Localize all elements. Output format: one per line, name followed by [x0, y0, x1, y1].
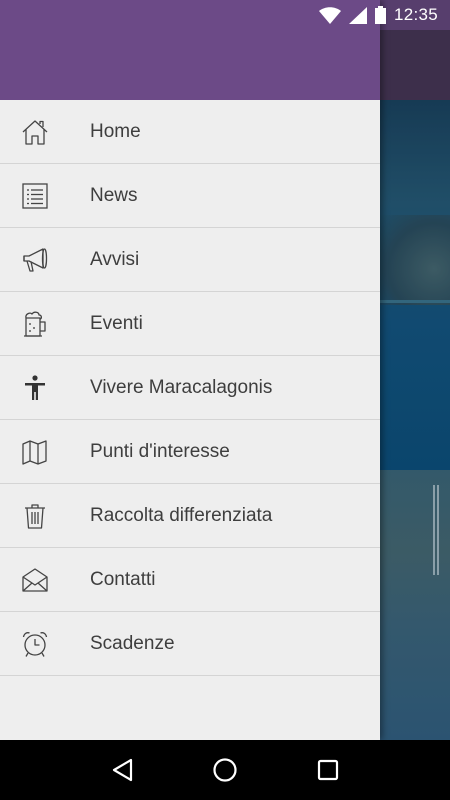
trash-icon	[0, 484, 90, 548]
person-icon	[0, 356, 90, 420]
menu-item-vivere-maracalagonis[interactable]: Vivere Maracalagonis	[0, 356, 380, 420]
menu-item-label: Punti d'interesse	[90, 440, 230, 462]
menu-item-label: News	[90, 184, 138, 206]
map-icon	[0, 420, 90, 484]
drawer-menu: Home News Avvisi Eventi Vivere Maracalag…	[0, 100, 380, 676]
envelope-icon	[0, 548, 90, 612]
menu-item-raccolta-differenziata[interactable]: Raccolta differenziata	[0, 484, 380, 548]
back-icon[interactable]	[102, 750, 142, 790]
menu-item-scadenze[interactable]: Scadenze	[0, 612, 380, 676]
status-bar: 12:35	[0, 0, 450, 30]
recents-icon[interactable]	[308, 750, 348, 790]
navigation-bar	[0, 740, 450, 800]
menu-item-contatti[interactable]: Contatti	[0, 548, 380, 612]
menu-item-punti-interesse[interactable]: Punti d'interesse	[0, 420, 380, 484]
signal-icon	[348, 6, 367, 24]
menu-item-label: Raccolta differenziata	[90, 504, 273, 526]
beer-mug-icon	[0, 292, 90, 356]
status-time: 12:35	[393, 5, 438, 24]
menu-item-label: Contatti	[90, 568, 156, 590]
menu-item-eventi[interactable]: Eventi	[0, 292, 380, 356]
menu-item-home[interactable]: Home	[0, 100, 380, 164]
navigation-drawer: Home News Avvisi Eventi Vivere Maracalag…	[0, 0, 380, 740]
wifi-icon	[318, 6, 341, 24]
list-icon	[0, 164, 90, 228]
menu-item-label: Scadenze	[90, 632, 175, 654]
menu-item-label: Vivere Maracalagonis	[90, 376, 273, 398]
menu-item-avvisi[interactable]: Avvisi	[0, 228, 380, 292]
menu-item-label: Avvisi	[90, 248, 140, 270]
battery-icon	[374, 6, 386, 24]
megaphone-icon	[0, 228, 90, 292]
menu-item-label: Home	[90, 120, 141, 142]
home-circle-icon[interactable]	[205, 750, 245, 790]
menu-item-label: Eventi	[90, 312, 143, 334]
home-icon	[0, 100, 90, 164]
alarm-clock-icon	[0, 612, 90, 676]
menu-item-news[interactable]: News	[0, 164, 380, 228]
